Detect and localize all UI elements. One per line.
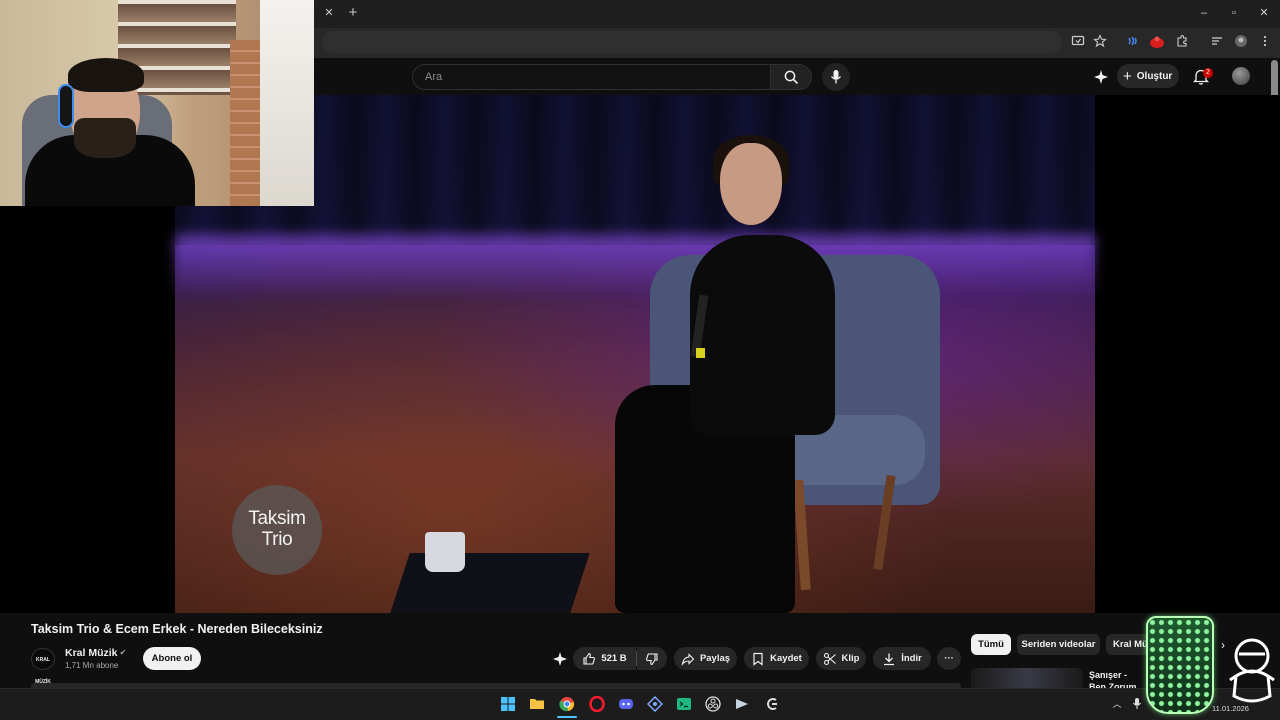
- terminal-icon[interactable]: [676, 696, 692, 712]
- windows-start-icon[interactable]: [500, 696, 516, 712]
- tray-microphone-icon[interactable]: [1131, 697, 1143, 711]
- window-maximize-button[interactable]: ▫: [1223, 4, 1245, 22]
- search-icon: [784, 70, 799, 85]
- like-count: 521 B: [601, 653, 627, 664]
- create-button[interactable]: + Oluştur: [1117, 64, 1179, 88]
- watermark-line1: Taksim: [248, 508, 306, 530]
- search-input[interactable]: [413, 65, 770, 89]
- account-avatar[interactable]: [1232, 67, 1250, 85]
- headset: [58, 84, 74, 128]
- channel-name[interactable]: Kral Müzik: [65, 647, 118, 659]
- side-table: [390, 553, 590, 613]
- reading-list-icon[interactable]: [1209, 34, 1225, 50]
- notification-badge: 2: [1203, 68, 1213, 78]
- download-button[interactable]: İndir: [873, 647, 931, 670]
- opera-icon[interactable]: [589, 695, 605, 713]
- thumbs-down-icon: [646, 652, 658, 665]
- app-icon[interactable]: [764, 696, 780, 712]
- scissors-icon: [823, 652, 836, 665]
- tab-close-icon[interactable]: ✕: [322, 6, 336, 20]
- chip-series-videos[interactable]: Seriden videolar: [1017, 634, 1100, 655]
- share-icon: [681, 652, 695, 666]
- share-button[interactable]: Paylaş: [674, 647, 737, 670]
- subscribe-button[interactable]: Abone ol: [143, 647, 201, 670]
- stage-light: [175, 235, 1095, 295]
- channel-logo[interactable]: KRAL MÜZİK: [31, 648, 55, 685]
- singer-head: [720, 143, 782, 225]
- extension-red-icon[interactable]: [1149, 34, 1165, 50]
- download-icon: [884, 653, 895, 665]
- profile-icon[interactable]: [1233, 34, 1249, 50]
- streamer-hair: [68, 58, 144, 92]
- watermark-line2: Trio: [261, 529, 293, 550]
- verified-icon: ✔: [119, 648, 127, 657]
- webcam-overlay: [0, 0, 314, 206]
- channel-watermark: Taksim Trio: [232, 485, 322, 575]
- bookmark-icon: [753, 652, 763, 666]
- tray-chevron-up-icon[interactable]: ︿: [1111, 697, 1123, 711]
- more-menu-icon[interactable]: [1257, 34, 1273, 50]
- search-button[interactable]: [770, 64, 812, 90]
- sparkle-icon[interactable]: [1093, 69, 1109, 85]
- bookmark-star-icon[interactable]: [1092, 34, 1108, 50]
- like-button[interactable]: 521 B: [573, 647, 636, 670]
- recommended-title[interactable]: Şanışer - Ben Zorum Var (O: [1089, 669, 1144, 688]
- astronaut-logo-icon: [1226, 636, 1278, 708]
- taskbar: [0, 688, 1280, 720]
- clip-label: Klip: [841, 653, 860, 664]
- download-label: İndir: [901, 653, 922, 664]
- more-actions-button[interactable]: ···: [937, 647, 961, 670]
- screen-cast-icon[interactable]: [1070, 34, 1086, 50]
- window-minimize-button[interactable]: –: [1193, 4, 1215, 22]
- chip-all[interactable]: Tümü: [971, 634, 1011, 655]
- address-bar[interactable]: [322, 31, 1062, 53]
- obs-icon[interactable]: [705, 696, 721, 712]
- save-button[interactable]: Kaydet: [744, 647, 809, 670]
- sparkle-icon: [553, 652, 567, 666]
- mug: [425, 532, 465, 572]
- share-label: Paylaş: [699, 653, 731, 664]
- room-window: [260, 0, 314, 206]
- voice-search-button[interactable]: [822, 63, 850, 91]
- streamer-beard: [74, 118, 136, 158]
- vpn-icon[interactable]: [646, 695, 664, 713]
- new-tab-button[interactable]: +: [346, 4, 360, 22]
- window-close-button[interactable]: ✕: [1253, 4, 1275, 22]
- stream-cup-overlay: [1146, 616, 1214, 714]
- steam-icon[interactable]: [734, 696, 750, 712]
- chrome-icon[interactable]: [559, 696, 575, 712]
- plus-icon: +: [1123, 67, 1132, 85]
- discord-icon[interactable]: [618, 696, 634, 712]
- search-box: [412, 64, 770, 90]
- microphone-band: [696, 348, 705, 358]
- file-explorer-icon[interactable]: [529, 696, 545, 712]
- extension-wave-icon[interactable]: [1125, 34, 1141, 50]
- clip-button[interactable]: Klip: [816, 647, 866, 670]
- singer-body: [690, 235, 835, 435]
- create-label: Oluştur: [1136, 70, 1173, 82]
- dislike-button[interactable]: [637, 647, 667, 670]
- active-app-indicator: [557, 716, 577, 718]
- video-title: Taksim Trio & Ecem Erkek - Nereden Bilec…: [31, 622, 323, 636]
- microphone-icon: [830, 70, 842, 84]
- extensions-puzzle-icon[interactable]: [1174, 34, 1190, 50]
- recommended-thumbnail[interactable]: [971, 668, 1083, 688]
- subscriber-count: 1,71 Mn abone: [65, 661, 119, 670]
- ask-sparkle-button[interactable]: [552, 651, 568, 667]
- save-label: Kaydet: [770, 653, 802, 664]
- thumbs-up-icon: [583, 652, 596, 665]
- chip-kral-muzik[interactable]: Kral Müzik: [1106, 634, 1148, 655]
